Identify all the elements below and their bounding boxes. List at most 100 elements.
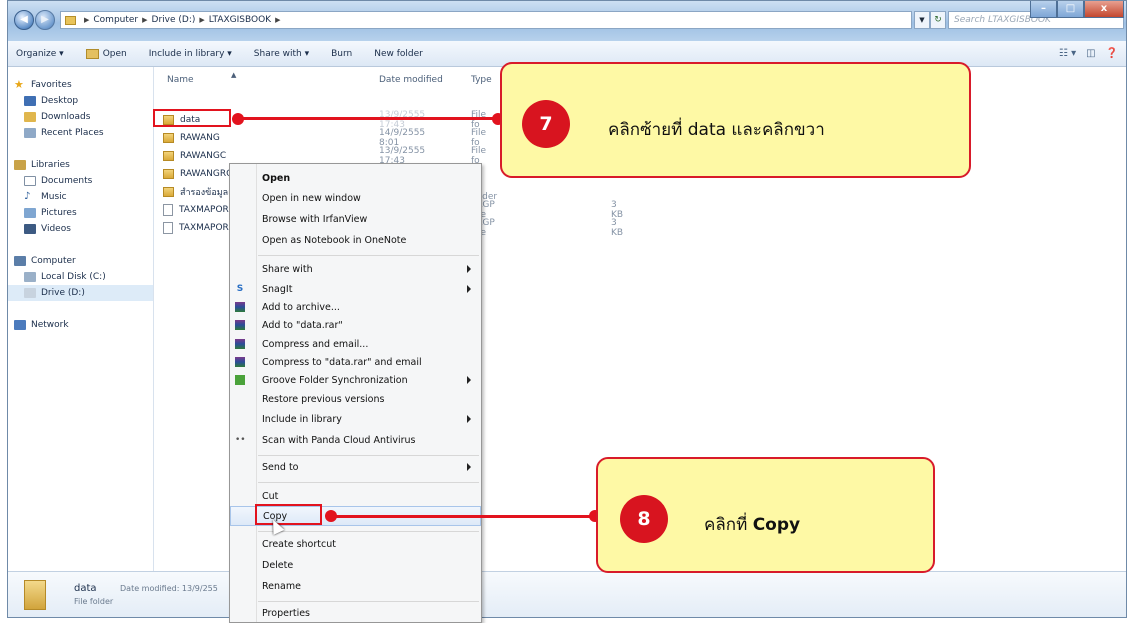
network-icon	[14, 320, 26, 330]
address-bar[interactable]: ▶ Computer ▶ Drive (D:) ▶ LTAXGISBOOK ▶	[60, 11, 912, 29]
file-row[interactable]: TAXMAPOR TKGP File 3 KB	[163, 218, 623, 238]
file-type: File fo	[471, 128, 487, 148]
include-in-library-button[interactable]: Include in library ▾	[149, 49, 232, 59]
change-view-icon[interactable]: ☷ ▾	[1059, 48, 1076, 59]
share-with-button[interactable]: Share with ▾	[254, 49, 309, 59]
submenu-arrow-icon	[467, 415, 471, 423]
file-name: RAWANGRO	[180, 169, 234, 179]
help-icon[interactable]: ❓	[1106, 48, 1118, 59]
nav-network[interactable]: Network	[8, 317, 153, 333]
column-header-type[interactable]: Type	[471, 75, 492, 91]
breadcrumb-computer[interactable]: Computer	[93, 15, 138, 25]
menu-item-compress-data-rar-email[interactable]: Compress to "data.rar" and email	[230, 352, 481, 372]
new-folder-button[interactable]: New folder	[374, 49, 423, 59]
nav-label: Local Disk (C:)	[41, 272, 106, 282]
breadcrumb-chevron-icon[interactable]: ▶	[275, 16, 280, 24]
music-icon: ♪	[24, 191, 31, 202]
callout-7-connector	[238, 117, 500, 120]
nav-libraries[interactable]: Libraries	[8, 157, 153, 173]
open-label: Open	[102, 48, 127, 59]
callout-8-connector	[331, 515, 597, 518]
forward-button[interactable]: ▶	[35, 10, 55, 30]
menu-item-cut[interactable]: Cut	[230, 486, 481, 506]
menu-separator	[258, 531, 479, 532]
file-name: TAXMAPOR	[179, 223, 229, 233]
menu-item-add-data-rar[interactable]: Add to "data.rar"	[230, 315, 481, 335]
menu-item-browse-irfanview[interactable]: Browse with IrfanView	[230, 209, 481, 229]
folder-icon	[65, 15, 76, 25]
title-bar: ◀ ▶ ▶ Computer ▶ Drive (D:) ▶ LTAXGISBOO…	[8, 1, 1126, 41]
menu-item-compress-email[interactable]: Compress and email...	[230, 334, 481, 354]
file-size: 3 KB	[611, 218, 624, 238]
menu-item-include-library[interactable]: Include in library	[230, 409, 481, 429]
menu-item-add-archive[interactable]: Add to archive...	[230, 297, 481, 317]
winrar-icon	[235, 320, 245, 330]
nav-label: Desktop	[41, 96, 79, 106]
preview-pane-icon[interactable]: ◫	[1086, 48, 1095, 59]
desktop-icon	[24, 96, 36, 106]
callout-8-text-bold: Copy	[752, 515, 801, 535]
nav-desktop[interactable]: Desktop	[8, 93, 153, 109]
details-type: File folder	[74, 597, 114, 606]
window-controls: – □ x	[1030, 1, 1124, 18]
nav-downloads[interactable]: Downloads	[8, 109, 153, 125]
nav-label: Favorites	[31, 80, 72, 90]
menu-item-open-onenote[interactable]: Open as Notebook in OneNote	[230, 230, 481, 250]
nav-favorites[interactable]: ★ Favorites	[8, 77, 153, 93]
menu-item-panda[interactable]: •• Scan with Panda Cloud Antivirus	[230, 430, 481, 450]
menu-item-create-shortcut[interactable]: Create shortcut	[230, 534, 481, 554]
menu-item-open-new-window[interactable]: Open in new window	[230, 188, 481, 208]
nav-videos[interactable]: Videos	[8, 221, 153, 237]
burn-button[interactable]: Burn	[331, 49, 352, 59]
file-row[interactable]: RAWANG 14/9/2555 8:01 File fo	[163, 128, 486, 148]
maximize-button[interactable]: □	[1057, 1, 1084, 18]
nav-label: Videos	[41, 224, 71, 234]
nav-recent-places[interactable]: Recent Places	[8, 125, 153, 141]
menu-item-send-to[interactable]: Send to	[230, 457, 481, 477]
menu-item-restore-previous[interactable]: Restore previous versions	[230, 389, 481, 409]
drive-icon	[24, 288, 36, 298]
file-row[interactable]: TAXMAPOR TKGP File 3 KB	[163, 200, 623, 220]
menu-label: Add to archive...	[262, 301, 340, 313]
menu-item-properties[interactable]: Properties	[230, 603, 481, 623]
submenu-arrow-icon	[467, 285, 471, 293]
menu-item-delete[interactable]: Delete	[230, 555, 481, 575]
refresh-icon[interactable]: ↻	[930, 11, 946, 29]
libraries-icon	[14, 160, 26, 170]
menu-item-rename[interactable]: Rename	[230, 576, 481, 596]
nav-pictures[interactable]: Pictures	[8, 205, 153, 221]
file-row[interactable]: สำรองข้อมูลแ le folder	[163, 182, 497, 202]
nav-label: Libraries	[31, 160, 70, 170]
nav-music[interactable]: ♪ Music	[8, 189, 153, 205]
minimize-button[interactable]: –	[1030, 1, 1057, 18]
open-button[interactable]: Open	[85, 48, 127, 59]
file-name: สำรองข้อมูลแ	[180, 188, 234, 198]
nav-computer[interactable]: Computer	[8, 253, 153, 269]
menu-item-groove[interactable]: Groove Folder Synchronization	[230, 370, 481, 390]
address-dropdown-icon[interactable]: ▼	[914, 11, 930, 29]
organize-button[interactable]: Organize ▾	[16, 49, 64, 59]
menu-item-snagit[interactable]: S SnagIt	[230, 279, 481, 299]
callout-8-dot-start	[325, 510, 337, 522]
file-row[interactable]: RAWANGC 13/9/2555 17:43 File fo	[163, 146, 486, 166]
file-row[interactable]: RAWANGRO le fol	[163, 164, 482, 184]
nav-label: Music	[41, 192, 67, 202]
nav-label: Downloads	[41, 112, 91, 122]
nav-label: Computer	[31, 256, 76, 266]
menu-item-share-with[interactable]: Share with	[230, 259, 481, 279]
nav-drive-d[interactable]: Drive (D:)	[8, 285, 153, 301]
nav-local-disk-c[interactable]: Local Disk (C:)	[8, 269, 153, 285]
menu-item-open[interactable]: Open	[230, 168, 481, 188]
breadcrumb-drive-d[interactable]: Drive (D:)	[152, 15, 196, 25]
submenu-arrow-icon	[467, 463, 471, 471]
back-button[interactable]: ◀	[14, 10, 34, 30]
column-header-name[interactable]: Name	[167, 75, 194, 91]
column-header-date[interactable]: Date modified	[379, 75, 443, 91]
details-name: data	[74, 583, 97, 594]
nav-label: Recent Places	[41, 128, 104, 138]
breadcrumb-ltaxgisbook[interactable]: LTAXGISBOOK	[209, 15, 271, 25]
nav-documents[interactable]: Documents	[8, 173, 153, 189]
close-button[interactable]: x	[1084, 1, 1124, 18]
videos-icon	[24, 224, 36, 234]
recent-places-icon	[24, 128, 36, 138]
